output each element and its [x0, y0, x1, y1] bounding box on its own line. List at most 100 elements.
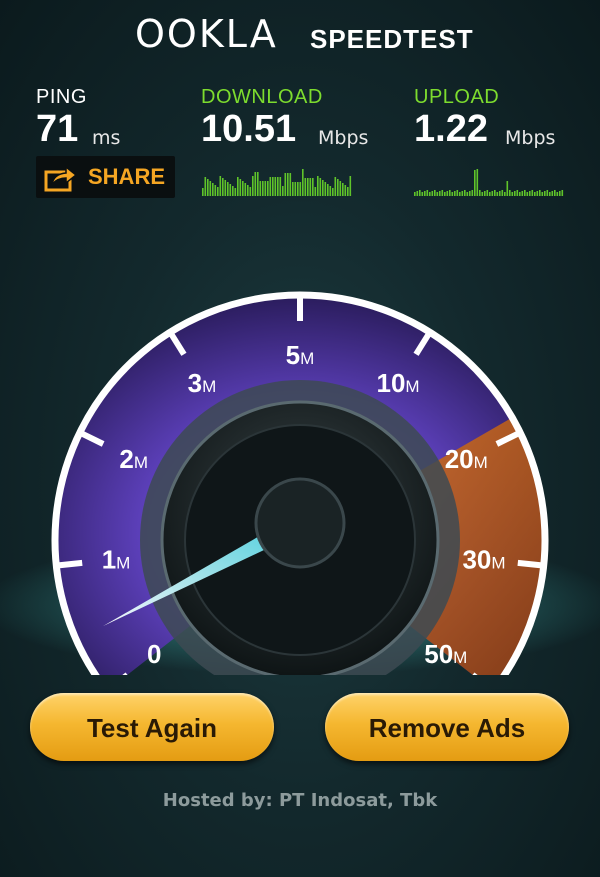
graph-bar [514, 191, 516, 196]
graph-bar [431, 191, 434, 196]
graph-bar [347, 187, 349, 196]
graph-bar [451, 192, 454, 196]
graph-bar [494, 190, 496, 196]
graph-bar [486, 190, 489, 196]
graph-bar [469, 191, 471, 196]
graph-bar [289, 173, 292, 196]
graph-bar [496, 192, 499, 196]
graph-bar [319, 178, 322, 196]
graph-bar [222, 178, 224, 196]
graph-bar [242, 181, 244, 196]
graph-bar [516, 190, 519, 196]
graph-bar [209, 181, 212, 196]
graph-bar [454, 191, 456, 196]
graph-bar [344, 185, 347, 196]
graph-bar [217, 187, 219, 196]
graph-bar [297, 182, 299, 196]
graph-bar [327, 184, 329, 196]
graph-bar [519, 192, 521, 196]
graph-bar [224, 180, 227, 196]
graph-bar [416, 191, 419, 196]
graph-bar [539, 190, 541, 196]
graph-bar [204, 177, 207, 196]
test-again-button[interactable]: Test Again [30, 693, 274, 761]
download-speed-graph [202, 169, 352, 196]
remove-ads-label: Remove Ads [368, 713, 526, 743]
graph-bar [489, 192, 491, 196]
graph-bar [491, 191, 494, 196]
graph-bar [506, 181, 509, 196]
graph-bar [511, 192, 514, 196]
test-again-label: Test Again [86, 713, 217, 743]
graph-bar [524, 190, 526, 196]
ping-unit: ms [92, 127, 121, 149]
upload-unit: Mbps [505, 127, 556, 149]
ping-label: PING [36, 86, 87, 108]
graph-bar [252, 176, 254, 196]
graph-bar [239, 179, 242, 196]
graph-bar [551, 191, 554, 196]
graph-bar [554, 190, 556, 196]
graph-bar [337, 179, 339, 196]
graph-bar [456, 190, 459, 196]
graph-bar [476, 169, 479, 196]
graph-bar [449, 190, 451, 196]
graph-bar [504, 192, 506, 196]
graph-bar [284, 173, 287, 196]
gauge-scale-label: 0 [147, 639, 161, 669]
graph-bar [279, 177, 282, 196]
download-label: DOWNLOAD [201, 86, 323, 108]
speed-gauge: 01M2M3M5M10M20M30M50M [0, 291, 600, 675]
graph-bar [309, 178, 312, 196]
app-header: OOKLA SPEEDTEST [0, 0, 600, 75]
graph-bar [314, 187, 317, 196]
graph-bar [312, 178, 314, 196]
graph-bar [414, 192, 416, 196]
graph-bar [227, 182, 229, 196]
remove-ads-button[interactable]: Remove Ads [325, 693, 569, 761]
graph-bar [534, 192, 536, 196]
graph-bar [484, 191, 486, 196]
graph-bar [214, 185, 217, 196]
graph-bar [277, 177, 279, 196]
download-value: 10.51 [201, 108, 297, 150]
graph-bar [307, 178, 309, 196]
gauge-tick [517, 559, 542, 569]
graph-bar [419, 190, 421, 196]
graph-bar [474, 170, 476, 196]
graph-bar [446, 191, 449, 196]
graph-bar [317, 176, 319, 196]
graph-bar [324, 182, 327, 196]
graph-bar [434, 190, 436, 196]
graph-bar [544, 191, 546, 196]
graph-bar [304, 178, 307, 196]
upload-label: UPLOAD [414, 86, 500, 108]
graph-bar [439, 191, 441, 196]
graph-bar [269, 177, 272, 196]
graph-bar [232, 186, 234, 196]
graph-bar [436, 192, 439, 196]
graph-bar [424, 191, 426, 196]
graph-bar [529, 191, 531, 196]
graph-bar [322, 180, 324, 196]
graph-bar [254, 172, 257, 196]
graph-bar [212, 183, 214, 196]
graph-bar [282, 186, 284, 196]
graph-bar [249, 187, 252, 196]
graph-bar [219, 176, 222, 196]
needle-hub [254, 477, 346, 569]
graph-bar [334, 177, 337, 196]
graph-bar [561, 190, 564, 196]
upload-value: 1.22 [414, 108, 488, 150]
graph-bar [466, 192, 469, 196]
graph-bar [207, 179, 209, 196]
share-button[interactable]: SHARE [36, 156, 175, 198]
graph-bar [349, 176, 352, 196]
hosted-by-text: Hosted by: PT Indosat, Tbk [162, 790, 438, 811]
graph-bar [526, 192, 529, 196]
graph-bar [464, 190, 466, 196]
ookla-logo: OOKLA [135, 12, 278, 56]
graph-bar [257, 172, 259, 196]
graph-bar [549, 192, 551, 196]
graph-bar [421, 192, 424, 196]
